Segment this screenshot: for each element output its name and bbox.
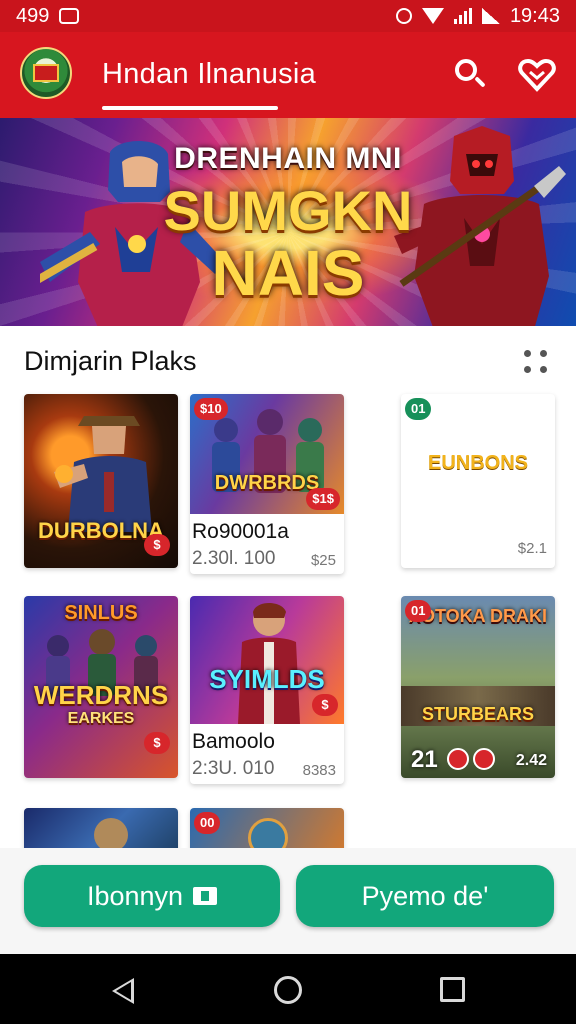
card-badge: $10 — [194, 398, 228, 420]
app-bar: Hndan Ilnanusia — [0, 32, 576, 118]
card-badge: 01 — [405, 398, 432, 420]
hero-title-line1: SUMGKN — [163, 179, 413, 242]
card-badge: $ — [144, 534, 170, 556]
signal-icon — [453, 8, 472, 24]
search-icon[interactable] — [452, 56, 488, 92]
card-art: SYIMLDS $ — [190, 596, 344, 724]
card-badge: 00 — [194, 812, 221, 834]
card-art-title: EUNBONS — [427, 452, 528, 474]
battery-icon — [481, 8, 500, 24]
gamepad-icon — [193, 887, 218, 905]
more-options-icon[interactable] — [524, 350, 548, 374]
app-logo[interactable] — [20, 47, 72, 99]
heart-icon[interactable] — [518, 58, 556, 92]
card-badge: 01 — [405, 600, 432, 622]
record-icon — [447, 748, 469, 770]
game-card-3[interactable]: 01 EUNBONS $2.1 — [401, 394, 555, 568]
wifi-icon — [421, 8, 444, 24]
card-top-text: SINLUS — [64, 602, 138, 624]
card-character — [238, 603, 300, 724]
card-badge: $ — [144, 732, 170, 754]
card-badge: $ — [312, 694, 338, 716]
card-art: DWRBRDS $10 $1$ — [190, 394, 344, 514]
hero-subtitle: DRENHAIN MNI — [174, 142, 402, 175]
game-card-1[interactable]: DURBOLNA $ — [24, 394, 178, 568]
app-root: 499 19:43 Hndan Ilnanusia DRENHAIN MNI S… — [0, 0, 576, 1024]
game-section: Dimjarin Plaks DURBOLNA $ DWRBRDS $10 $1… — [0, 326, 576, 868]
card-badge-secondary: $1$ — [306, 488, 340, 510]
recent-apps-icon[interactable] — [440, 977, 465, 1002]
secondary-action-label: Pyemo de' — [361, 880, 489, 911]
home-icon[interactable] — [274, 976, 302, 1004]
card-character — [94, 818, 128, 852]
game-card-6[interactable]: XOTOKA DRAKI STURBEARS 01 21 2.42 — [401, 596, 555, 778]
status-bar: 499 19:43 — [0, 0, 576, 32]
card-art: DURBOLNA $ — [24, 394, 178, 568]
card-art-subtitle: EARKES — [67, 710, 135, 727]
game-card-2[interactable]: DWRBRDS $10 $1$ Ro90001a 2.30l. 100 $25 — [190, 394, 344, 574]
alarm-icon — [395, 8, 412, 24]
secondary-action-button[interactable]: Pyemo de' — [296, 865, 554, 927]
status-left-text: 499 — [16, 4, 50, 27]
title-underline — [102, 106, 278, 110]
card-stat: 2.30l. 100 — [192, 548, 276, 569]
app-title: Hndan Ilnanusia — [102, 58, 317, 90]
primary-action-button[interactable]: Ibonnyn — [24, 865, 280, 927]
card-price: $2.1 — [517, 540, 547, 557]
card-price: 8383 — [302, 762, 336, 779]
back-icon[interactable] — [112, 978, 134, 1004]
card-name: Bamoolo — [192, 730, 275, 753]
hero-title-line2: NAIS — [211, 237, 365, 309]
game-card-5[interactable]: SYIMLDS $ Bamoolo 2:3U. 010 8383 — [190, 596, 344, 784]
card-art-title: SYIMLDS — [209, 664, 325, 694]
primary-action-label: Ibonnyn — [86, 880, 184, 911]
status-time: 19:43 — [509, 4, 560, 27]
card-price: $25 — [310, 552, 336, 569]
card-art-subtitle: STURBEARS — [421, 704, 534, 724]
game-card-4[interactable]: SINLUS WERDRNS EARKES $ — [24, 596, 178, 778]
section-title: Dimjarin Plaks — [24, 346, 197, 376]
card-art: SINLUS WERDRNS EARKES $ — [24, 596, 178, 778]
hero-banner[interactable]: DRENHAIN MNI SUMGKN NAIS — [0, 118, 576, 326]
card-overlay-left: 21 — [411, 746, 438, 773]
card-art-title: WERDRNS — [33, 680, 169, 710]
bottom-action-area: Ibonnyn Pyemo de' — [0, 848, 576, 954]
card-stat: 2:3U. 010 — [192, 758, 275, 779]
card-overlay-right: 2.42 — [515, 752, 547, 769]
record-icon — [473, 748, 495, 770]
system-nav-bar — [0, 954, 576, 1024]
notification-icon — [59, 8, 80, 24]
card-name: Ro90001a — [192, 520, 289, 543]
card-art: XOTOKA DRAKI STURBEARS 01 21 2.42 — [401, 596, 555, 778]
